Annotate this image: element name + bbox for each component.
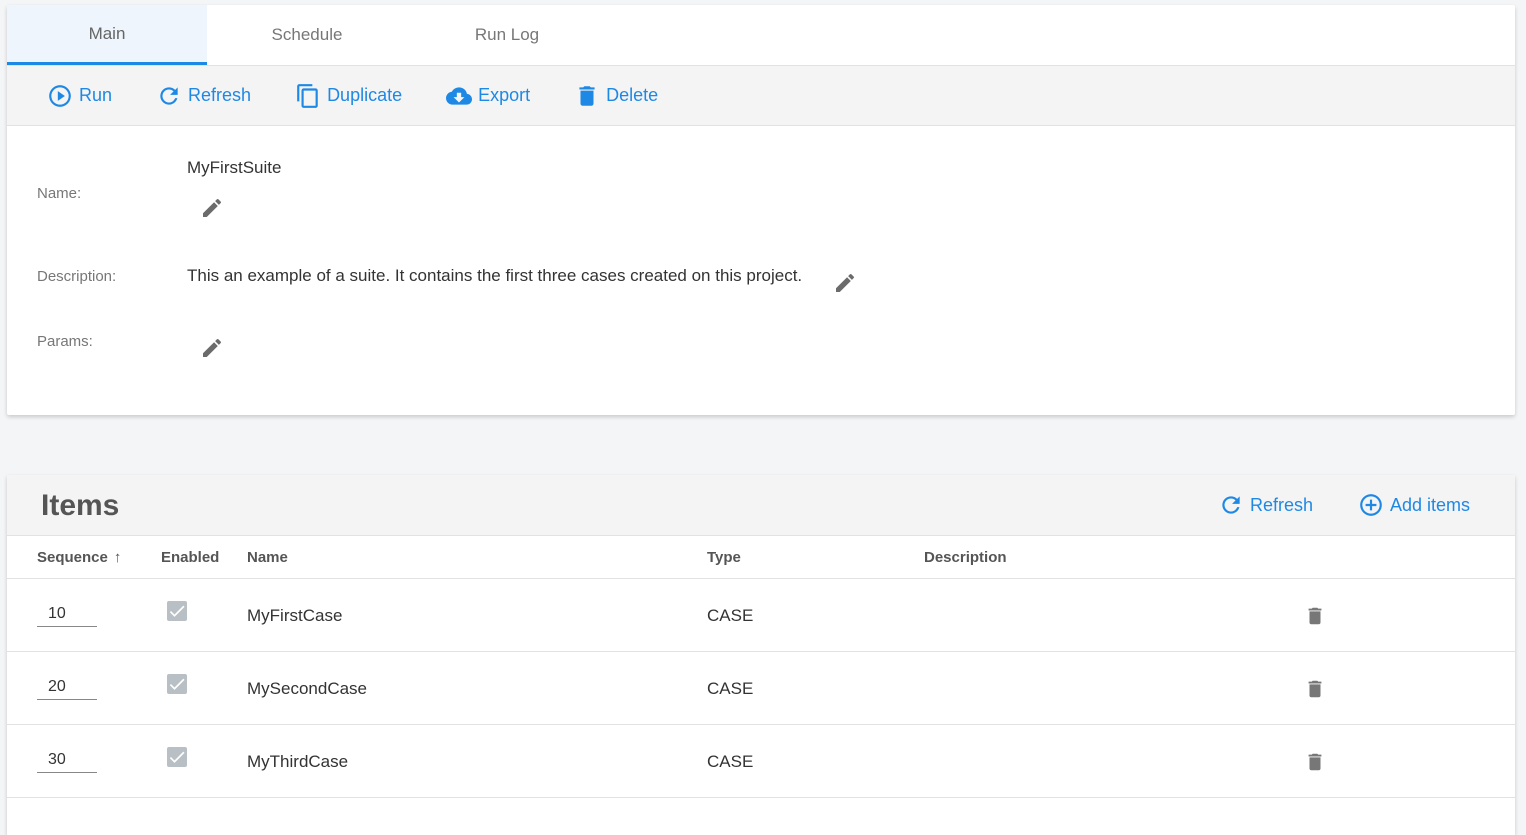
sequence-input[interactable] (37, 747, 97, 773)
column-header-enabled: Enabled (161, 549, 220, 566)
check-icon (169, 751, 185, 763)
suite-name-value: MyFirstSuite (187, 158, 282, 177)
item-type: CASE (707, 606, 754, 625)
check-icon (169, 605, 185, 617)
duplicate-label: Duplicate (327, 85, 403, 105)
item-name: MyFirstCase (247, 606, 343, 625)
run-label: Run (79, 85, 113, 105)
items-title: Items (41, 489, 120, 522)
description-label: Description: (37, 268, 117, 285)
items-header: Items Refresh Add items (7, 475, 1515, 536)
enabled-checkbox[interactable] (167, 601, 187, 621)
add-items-button[interactable]: Add items (1358, 492, 1470, 518)
refresh-icon (160, 86, 178, 105)
delete-button[interactable]: Delete (574, 83, 658, 109)
enabled-checkbox[interactable] (167, 747, 187, 767)
add-circle-icon (1360, 494, 1382, 516)
action-toolbar: Run Refresh Duplicate Export Delete (7, 66, 1515, 126)
edit-name-button[interactable] (200, 196, 224, 220)
row-delete-button[interactable] (1304, 676, 1326, 702)
trash-icon (1308, 607, 1322, 625)
suite-main-card: Main Schedule Run Log Run Refresh Duplic… (7, 5, 1515, 415)
tab-run-log[interactable]: Run Log (407, 5, 607, 65)
refresh-button[interactable]: Refresh (156, 83, 251, 109)
tab-schedule[interactable]: Schedule (207, 5, 407, 65)
duplicate-button[interactable]: Duplicate (295, 83, 402, 109)
row-delete-button[interactable] (1304, 603, 1326, 629)
sequence-header-label: Sequence (37, 549, 108, 566)
copy-icon (297, 83, 318, 108)
sequence-input[interactable] (37, 601, 97, 627)
play-circle-icon (49, 84, 71, 107)
suite-description-value: This an example of a suite. It contains … (187, 266, 803, 285)
pencil-icon (836, 273, 855, 292)
export-label: Export (478, 85, 531, 105)
item-name: MyThirdCase (247, 752, 349, 771)
items-refresh-label: Refresh (1250, 494, 1314, 515)
row-delete-button[interactable] (1304, 749, 1326, 775)
trash-icon (1308, 753, 1322, 771)
tab-main[interactable]: Main (7, 5, 207, 65)
item-type: CASE (707, 679, 754, 698)
enabled-checkbox[interactable] (167, 674, 187, 694)
table-row: MySecondCase CASE (7, 652, 1515, 725)
edit-params-button[interactable] (200, 336, 224, 360)
tab-bar: Main Schedule Run Log (7, 5, 1515, 66)
delete-label: Delete (606, 85, 659, 105)
edit-description-button[interactable] (833, 271, 857, 295)
column-header-type: Type (707, 549, 741, 566)
table-row: MyThirdCase CASE (7, 725, 1515, 798)
item-name: MySecondCase (247, 679, 368, 698)
column-header-description: Description (924, 549, 1007, 566)
sequence-input[interactable] (37, 674, 97, 700)
table-header: Sequence ↑ Enabled Name Type Description (7, 536, 1515, 579)
trash-icon (1308, 680, 1322, 698)
trash-icon (579, 85, 595, 106)
items-card: Items Refresh Add items Sequence ↑ Enable… (7, 475, 1515, 835)
pencil-icon (203, 338, 222, 357)
pencil-icon (203, 198, 222, 217)
column-header-name: Name (247, 549, 288, 566)
name-label: Name: (37, 185, 82, 202)
cloud-download-icon (446, 86, 473, 105)
params-label: Params: (37, 333, 93, 350)
refresh-icon (1222, 496, 1240, 514)
column-header-sequence[interactable]: Sequence ↑ (37, 549, 121, 566)
table-row: MyFirstCase CASE (7, 579, 1515, 652)
add-items-label: Add items (1390, 494, 1471, 515)
items-refresh-button[interactable]: Refresh (1218, 492, 1313, 518)
run-button[interactable]: Run (47, 83, 112, 109)
refresh-label: Refresh (188, 85, 252, 105)
check-icon (169, 678, 185, 690)
item-type: CASE (707, 752, 754, 771)
export-button[interactable]: Export (446, 83, 530, 109)
sort-ascending-icon: ↑ (113, 549, 122, 566)
